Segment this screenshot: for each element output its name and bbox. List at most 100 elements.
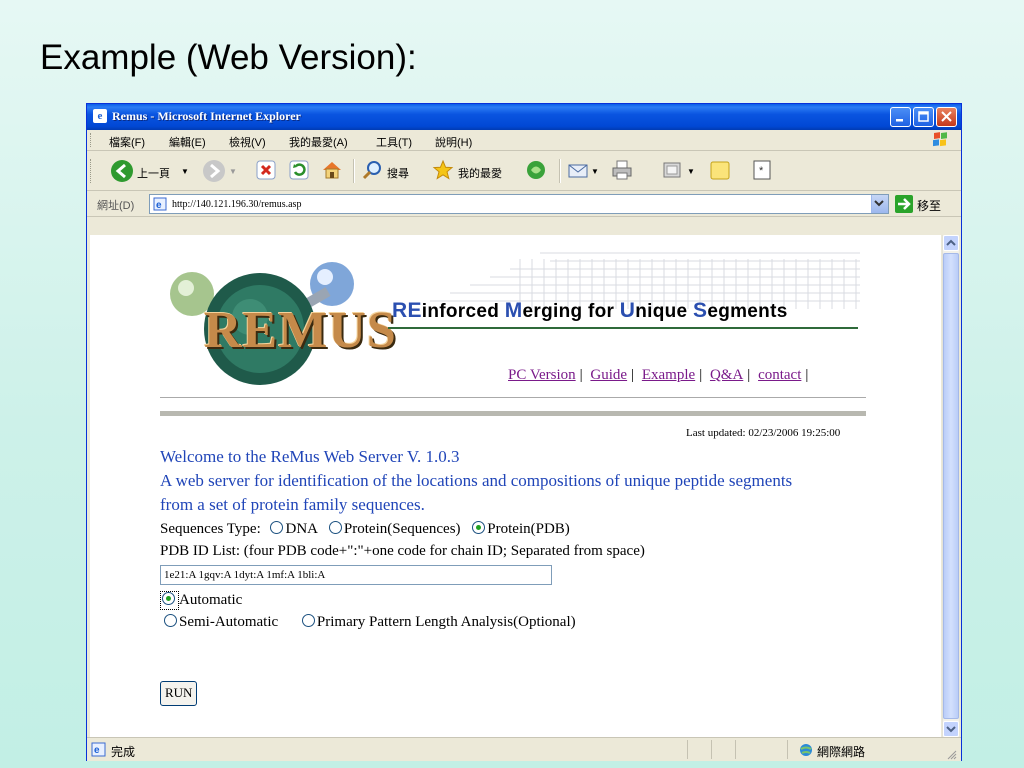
run-button[interactable]: RUN (160, 681, 198, 706)
windows-logo-icon (927, 132, 953, 149)
window-title: Remus - Microsoft Internet Explorer (112, 109, 301, 123)
resize-grip-icon[interactable] (947, 750, 957, 760)
sequence-type-row: Sequences Type: DNA Protein(Sequences) P… (160, 521, 570, 538)
radio-protein-sequences-label: Protein(Sequences) (343, 521, 461, 537)
heading-underline (388, 327, 858, 329)
radio-dna[interactable] (270, 521, 284, 534)
address-bar: 網址(D) e http://140.121.196.30/remus.asp … (87, 191, 961, 217)
page-icon: e (153, 197, 167, 211)
site-nav: PC Version | Guide | Example | Q&A | contact… (508, 367, 809, 383)
address-field[interactable]: e http://140.121.196.30/remus.asp (149, 194, 889, 214)
menu-edit[interactable]: 編輯(E) (169, 134, 206, 150)
link-contact[interactable]: contact (758, 367, 801, 383)
close-icon (941, 111, 952, 122)
minimize-button[interactable] (890, 107, 911, 127)
go-label[interactable]: 移至 (917, 197, 941, 214)
edit-dropdown-icon[interactable]: ▼ (687, 167, 695, 176)
address-url: http://140.121.196.30/remus.asp (172, 199, 302, 210)
favorites-button[interactable]: 我的最愛 (432, 159, 514, 183)
status-divider (687, 740, 688, 759)
scroll-down-button[interactable] (943, 721, 959, 737)
link-pc-version[interactable]: PC Version (508, 367, 576, 383)
status-divider (711, 740, 712, 759)
toolbar-separator (559, 159, 561, 183)
radio-protein-pdb-label: Protein(PDB) (487, 521, 570, 537)
back-button[interactable]: 上一頁 ▼ (111, 159, 191, 183)
home-icon (323, 162, 341, 179)
menu-grip (90, 133, 93, 147)
automatic-focus-box (160, 591, 179, 610)
radio-automatic[interactable] (162, 592, 175, 605)
favorites-label: 我的最愛 (458, 168, 502, 180)
go-button[interactable] (895, 195, 913, 213)
page-done-icon: e (91, 742, 106, 757)
title-bar: e Remus - Microsoft Internet Explorer (87, 104, 961, 130)
svg-text:e: e (156, 200, 162, 211)
standard-toolbar: 上一頁 ▼ ▼ 搜尋 我的最愛 ▼ ▼ * (87, 151, 961, 191)
edit-icon (663, 162, 681, 178)
welcome-line: A web server for identification of the l… (160, 471, 793, 490)
menu-favorites[interactable]: 我的最愛(A) (289, 134, 348, 150)
print-icon (612, 160, 632, 180)
home-button[interactable] (321, 159, 345, 183)
menu-file[interactable]: 檔案(F) (109, 134, 145, 150)
remus-heading: REinforced Merging for Unique Segments (392, 299, 788, 322)
status-text: 完成 (111, 745, 136, 759)
edit-button[interactable]: ▼ (661, 159, 701, 183)
divider-thick (160, 411, 866, 416)
chevron-up-icon (946, 239, 956, 246)
chevron-down-icon (874, 200, 884, 207)
remus-logo-text: REMUS (204, 302, 397, 359)
print-button[interactable] (611, 159, 635, 183)
welcome-line: from a set of protein family sequences. (160, 495, 425, 514)
search-label: 搜尋 (387, 168, 409, 180)
divider (160, 397, 866, 398)
back-arrow-icon (111, 160, 133, 182)
close-button[interactable] (936, 107, 957, 127)
address-label: 網址(D) (97, 200, 135, 212)
link-qa[interactable]: Q&A (710, 367, 743, 383)
scroll-thumb[interactable] (943, 253, 959, 719)
stop-button[interactable] (255, 159, 279, 183)
sequence-type-label: Sequences Type: (160, 521, 261, 537)
toolbar-separator (353, 159, 355, 183)
mail-button[interactable]: ▼ (567, 159, 607, 183)
mail-dropdown-icon[interactable]: ▼ (591, 167, 599, 176)
link-example[interactable]: Example (642, 367, 695, 383)
discuss-button[interactable] (709, 159, 733, 183)
welcome-text: Welcome to the ReMus Web Server V. 1.0.3… (160, 445, 880, 517)
address-dropdown-button[interactable] (871, 195, 888, 213)
svg-text:e: e (94, 745, 100, 756)
favorites-star-icon (432, 159, 454, 180)
refresh-button[interactable] (288, 159, 312, 183)
menu-view[interactable]: 檢視(V) (229, 134, 266, 150)
radio-protein-sequences[interactable] (328, 521, 342, 534)
back-dropdown-icon[interactable]: ▼ (181, 167, 189, 176)
mode-other-row: Semi-Automatic Primary Pattern Length An… (164, 614, 576, 631)
search-button[interactable]: 搜尋 (361, 159, 423, 183)
messenger-button[interactable]: * (751, 159, 775, 183)
forward-button[interactable]: ▼ (203, 159, 243, 183)
ie-icon: e (93, 109, 107, 123)
scroll-up-button[interactable] (943, 235, 959, 251)
note-icon (710, 161, 730, 180)
radio-semi-automatic[interactable] (164, 614, 177, 627)
pdb-id-input[interactable] (160, 565, 552, 585)
pdb-label: PDB ID List: (four PDB code+":"+one code… (160, 543, 645, 559)
slide-title: Example (Web Version): (40, 38, 417, 77)
messenger-icon: * (753, 160, 771, 180)
menu-tools[interactable]: 工具(T) (376, 134, 412, 150)
menu-help[interactable]: 說明(H) (435, 134, 472, 150)
vertical-scrollbar[interactable] (942, 235, 959, 737)
minimize-icon (896, 119, 903, 122)
svg-text:*: * (759, 165, 764, 177)
forward-dropdown-icon[interactable]: ▼ (229, 167, 237, 176)
link-guide[interactable]: Guide (590, 367, 627, 383)
media-button[interactable] (525, 159, 549, 183)
radio-protein-pdb[interactable] (472, 521, 486, 534)
radio-primary-pattern[interactable] (301, 614, 315, 627)
internet-zone-icon (800, 744, 812, 756)
radio-automatic-label: Automatic (179, 592, 243, 608)
media-icon (527, 161, 545, 179)
maximize-button[interactable] (913, 107, 934, 127)
